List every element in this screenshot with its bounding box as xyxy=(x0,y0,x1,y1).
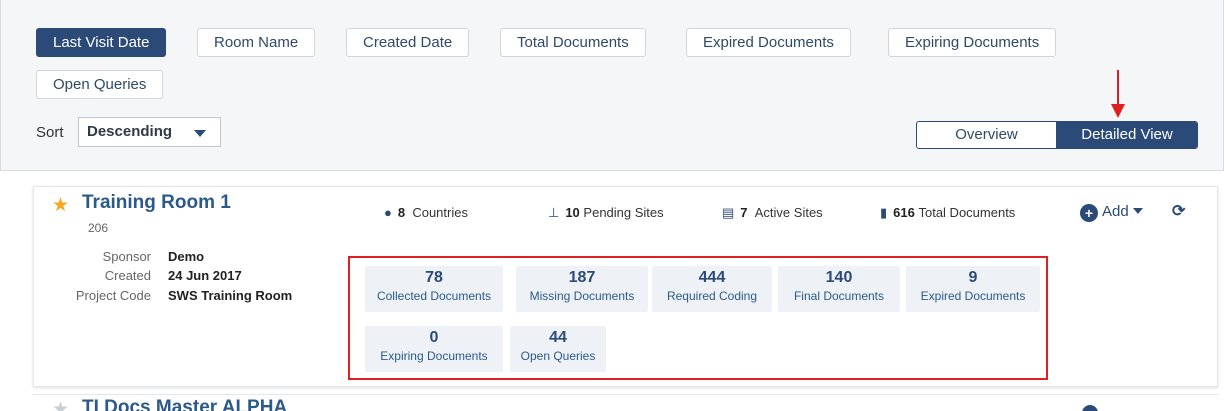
divider xyxy=(0,170,1224,171)
missing-documents-tile[interactable]: 187 Missing Documents xyxy=(516,266,648,312)
expiring-documents-tile[interactable]: 0 Expiring Documents xyxy=(365,326,503,372)
sort-by-expiring-documents-button[interactable]: Expiring Documents xyxy=(888,28,1057,57)
sponsor-value: Demo xyxy=(168,249,205,264)
annotation-arrow-icon xyxy=(1117,70,1119,108)
sort-by-expired-documents-button[interactable]: Expired Documents xyxy=(686,28,851,57)
sort-label: Sort xyxy=(36,124,64,141)
refresh-icon[interactable]: ⟳ xyxy=(1172,201,1185,221)
project-code-label: Project Code xyxy=(75,288,151,303)
created-value: 24 Jun 2017 xyxy=(168,268,242,283)
globe-icon: ● xyxy=(384,205,392,220)
chevron-down-icon xyxy=(1132,208,1143,214)
favorite-star-icon[interactable]: ★ xyxy=(52,194,69,217)
sort-by-created-date-button[interactable]: Created Date xyxy=(346,28,470,57)
document-icon: ▮ xyxy=(880,205,888,220)
project-code-value: SWS Training Room xyxy=(168,288,293,303)
required-coding-tile[interactable]: 444 Required Coding xyxy=(652,266,772,312)
sort-by-total-documents-button[interactable]: Total Documents xyxy=(500,28,646,57)
sort-order-select[interactable]: Descending xyxy=(78,117,221,147)
annotation-arrowhead-icon xyxy=(1111,104,1125,118)
chevron-down-icon xyxy=(194,130,206,137)
sort-by-open-queries-button[interactable]: Open Queries xyxy=(36,70,164,99)
expired-documents-tile[interactable]: 9 Expired Documents xyxy=(906,266,1040,312)
add-button[interactable]: + Add xyxy=(1080,203,1143,222)
plus-circle-icon: + xyxy=(1080,204,1098,222)
clipboard-icon: ▤ xyxy=(722,205,735,220)
created-label: Created xyxy=(104,268,151,283)
active-sites-stat: ▤ 7 Active Sites xyxy=(722,205,823,220)
favorite-star-icon[interactable]: ★ xyxy=(52,398,69,411)
room-title[interactable]: Training Room 1 xyxy=(82,192,231,214)
room-number: 206 xyxy=(88,221,109,235)
pending-sites-stat: ⊥ 10 Pending Sites xyxy=(548,205,664,220)
countries-stat: ● 8 Countries xyxy=(384,205,468,220)
sponsor-label: Sponsor xyxy=(102,249,151,264)
sort-by-last-visit-date-button[interactable]: Last Visit Date xyxy=(36,28,167,57)
detailed-view-button[interactable]: Detailed View xyxy=(1056,122,1197,148)
final-documents-tile[interactable]: 140 Final Documents xyxy=(778,266,900,312)
open-queries-tile[interactable]: 44 Open Queries xyxy=(510,326,606,372)
total-documents-stat: ▮ 616 Total Documents xyxy=(880,205,1016,220)
sort-by-room-name-button[interactable]: Room Name xyxy=(197,28,316,57)
sitemap-icon: ⊥ xyxy=(548,205,560,220)
overview-view-button[interactable]: Overview xyxy=(917,122,1056,148)
collected-documents-tile[interactable]: 78 Collected Documents xyxy=(365,266,503,312)
sort-order-value: Descending xyxy=(87,123,173,140)
room-title[interactable]: TI Docs Master ALPHA xyxy=(82,397,287,411)
view-toggle: Overview Detailed View xyxy=(916,121,1198,149)
